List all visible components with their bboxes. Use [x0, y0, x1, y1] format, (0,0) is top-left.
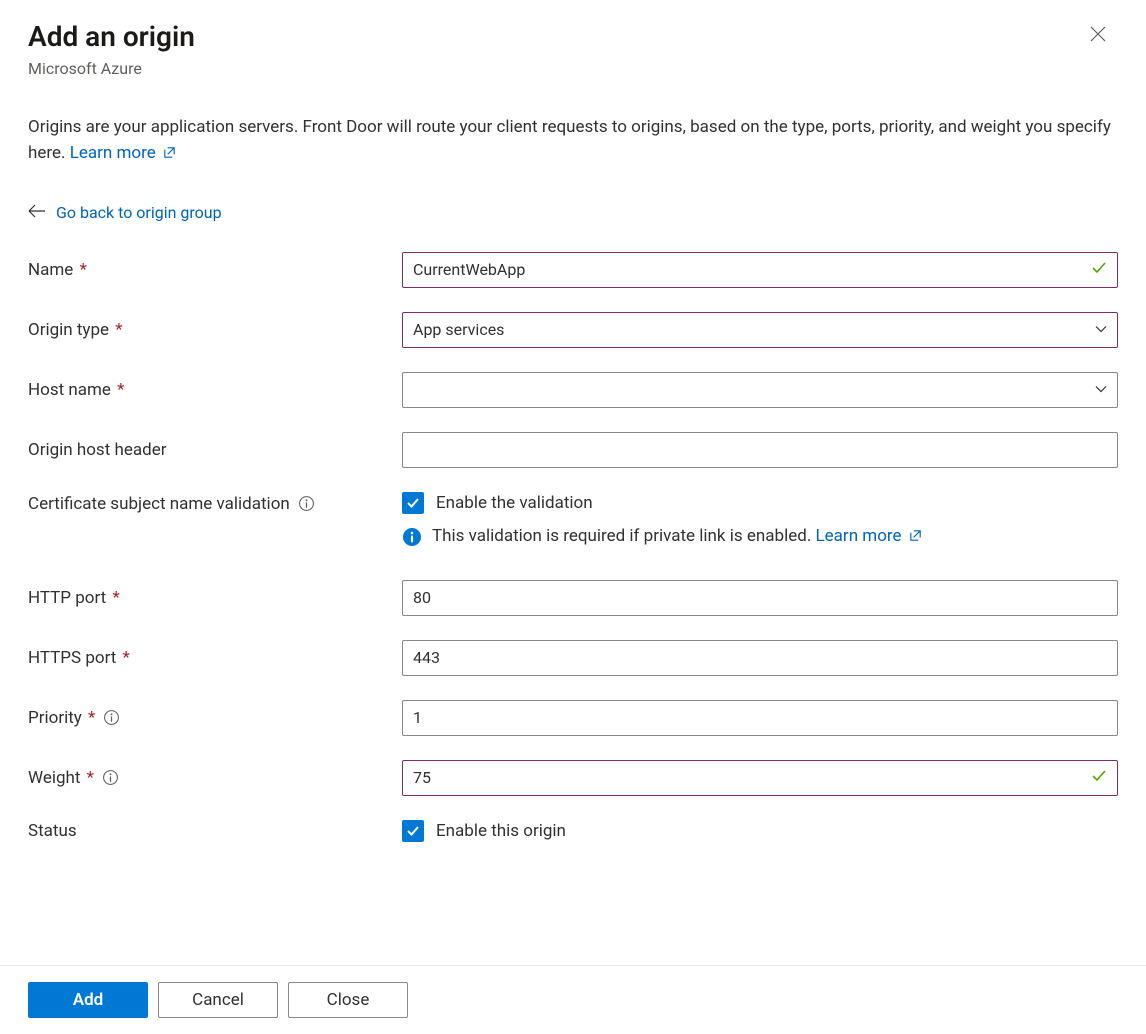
label-origin-type-text: Origin type — [28, 320, 109, 340]
page-subtitle: Microsoft Azure — [28, 59, 1118, 78]
label-weight: Weight * — [28, 768, 402, 788]
add-button[interactable]: Add — [28, 982, 148, 1018]
label-weight-text: Weight — [28, 768, 80, 788]
required-star: * — [84, 708, 96, 728]
label-name-text: Name — [28, 260, 73, 280]
cert-validation-learn-more-label: Learn more — [816, 526, 902, 546]
origin-type-select[interactable] — [402, 312, 1118, 348]
label-http-port-text: HTTP port — [28, 588, 106, 608]
cert-validation-info-text: This validation is required if private l… — [432, 526, 816, 546]
row-host-name: Host name * — [28, 372, 1118, 408]
required-star: * — [82, 768, 94, 788]
required-star: * — [111, 320, 123, 340]
external-link-icon — [162, 142, 177, 168]
http-port-input[interactable] — [402, 580, 1118, 616]
label-cert-validation-text: Certificate subject name validation — [28, 494, 290, 514]
label-host-name-text: Host name — [28, 380, 111, 400]
label-name: Name * — [28, 260, 402, 280]
description-text: Origins are your application servers. Fr… — [28, 114, 1118, 169]
info-icon[interactable] — [103, 709, 120, 726]
priority-input[interactable] — [402, 700, 1118, 736]
row-origin-type: Origin type * — [28, 312, 1118, 348]
label-origin-host-header-text: Origin host header — [28, 440, 166, 460]
info-filled-icon — [402, 527, 422, 547]
weight-input[interactable] — [402, 760, 1118, 796]
row-name: Name * — [28, 252, 1118, 288]
info-icon[interactable] — [298, 495, 315, 512]
label-priority: Priority * — [28, 708, 402, 728]
row-origin-host-header: Origin host header — [28, 432, 1118, 468]
required-star: * — [108, 588, 120, 608]
required-star: * — [118, 648, 130, 668]
learn-more-label: Learn more — [70, 143, 156, 163]
cert-validation-info: This validation is required if private l… — [402, 526, 1118, 548]
arrow-left-icon — [28, 203, 46, 222]
cert-validation-checkbox-label: Enable the validation — [436, 493, 593, 513]
row-cert-validation: Certificate subject name validation Enab… — [28, 492, 1118, 548]
label-status-text: Status — [28, 821, 77, 841]
row-https-port: HTTPS port * — [28, 640, 1118, 676]
label-cert-validation: Certificate subject name validation — [28, 492, 402, 514]
cert-validation-learn-more-link[interactable]: Learn more — [816, 526, 923, 546]
label-origin-host-header: Origin host header — [28, 440, 402, 460]
name-input[interactable] — [402, 252, 1118, 288]
status-checkbox[interactable] — [402, 820, 424, 842]
host-name-select[interactable] — [402, 372, 1118, 408]
required-star: * — [75, 260, 87, 280]
required-star: * — [113, 380, 125, 400]
label-http-port: HTTP port * — [28, 588, 402, 608]
close-icon[interactable] — [1084, 20, 1112, 48]
learn-more-link[interactable]: Learn more — [70, 143, 177, 163]
cancel-button[interactable]: Cancel — [158, 982, 278, 1018]
label-https-port: HTTPS port * — [28, 648, 402, 668]
row-weight: Weight * — [28, 760, 1118, 796]
https-port-input[interactable] — [402, 640, 1118, 676]
label-origin-type: Origin type * — [28, 320, 402, 340]
back-link[interactable]: Go back to origin group — [56, 203, 222, 222]
label-host-name: Host name * — [28, 380, 402, 400]
cert-validation-checkbox[interactable] — [402, 492, 424, 514]
row-http-port: HTTP port * — [28, 580, 1118, 616]
info-icon[interactable] — [102, 769, 119, 786]
row-status: Status Enable this origin — [28, 820, 1118, 842]
description-body: Origins are your application servers. Fr… — [28, 117, 1111, 163]
status-checkbox-label: Enable this origin — [436, 821, 566, 841]
label-priority-text: Priority — [28, 708, 82, 728]
label-status: Status — [28, 821, 402, 841]
close-button[interactable]: Close — [288, 982, 408, 1018]
page-title: Add an origin — [28, 20, 1118, 53]
origin-host-header-input[interactable] — [402, 432, 1118, 468]
footer-actions: Add Cancel Close — [0, 965, 1146, 1034]
external-link-icon — [908, 528, 923, 548]
back-link-row[interactable]: Go back to origin group — [28, 203, 1118, 222]
label-https-port-text: HTTPS port — [28, 648, 116, 668]
row-priority: Priority * — [28, 700, 1118, 736]
